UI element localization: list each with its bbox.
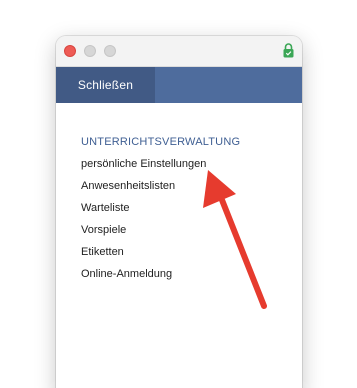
menu-item-online-registration[interactable]: Online-Anmeldung [81,267,240,289]
title-bar [56,36,302,67]
menu-item-waiting-list[interactable]: Warteliste [81,201,240,223]
window-close-dot[interactable] [64,45,76,57]
menu-item-recitals[interactable]: Vorspiele [81,223,240,245]
side-menu: UNTERRICHTSVERWALTUNG persönliche Einste… [81,135,240,289]
menu-heading: UNTERRICHTSVERWALTUNG [81,136,241,148]
window-maximize-dot[interactable] [104,45,116,57]
screenshot-stage: Schließen UNTERRICHTSVERWALTUNG persönli… [0,0,357,388]
close-button[interactable]: Schließen [56,67,155,103]
app-window: Schließen UNTERRICHTSVERWALTUNG persönli… [56,36,302,388]
menu-item-labels[interactable]: Etiketten [81,245,240,267]
window-minimize-dot[interactable] [84,45,96,57]
lock-icon [283,43,294,58]
toolbar: Schließen [56,67,302,103]
menu-item-attendance-lists[interactable]: Anwesenheitslisten [81,179,240,201]
menu-item-personal-settings[interactable]: persönliche Einstellungen [81,157,240,179]
